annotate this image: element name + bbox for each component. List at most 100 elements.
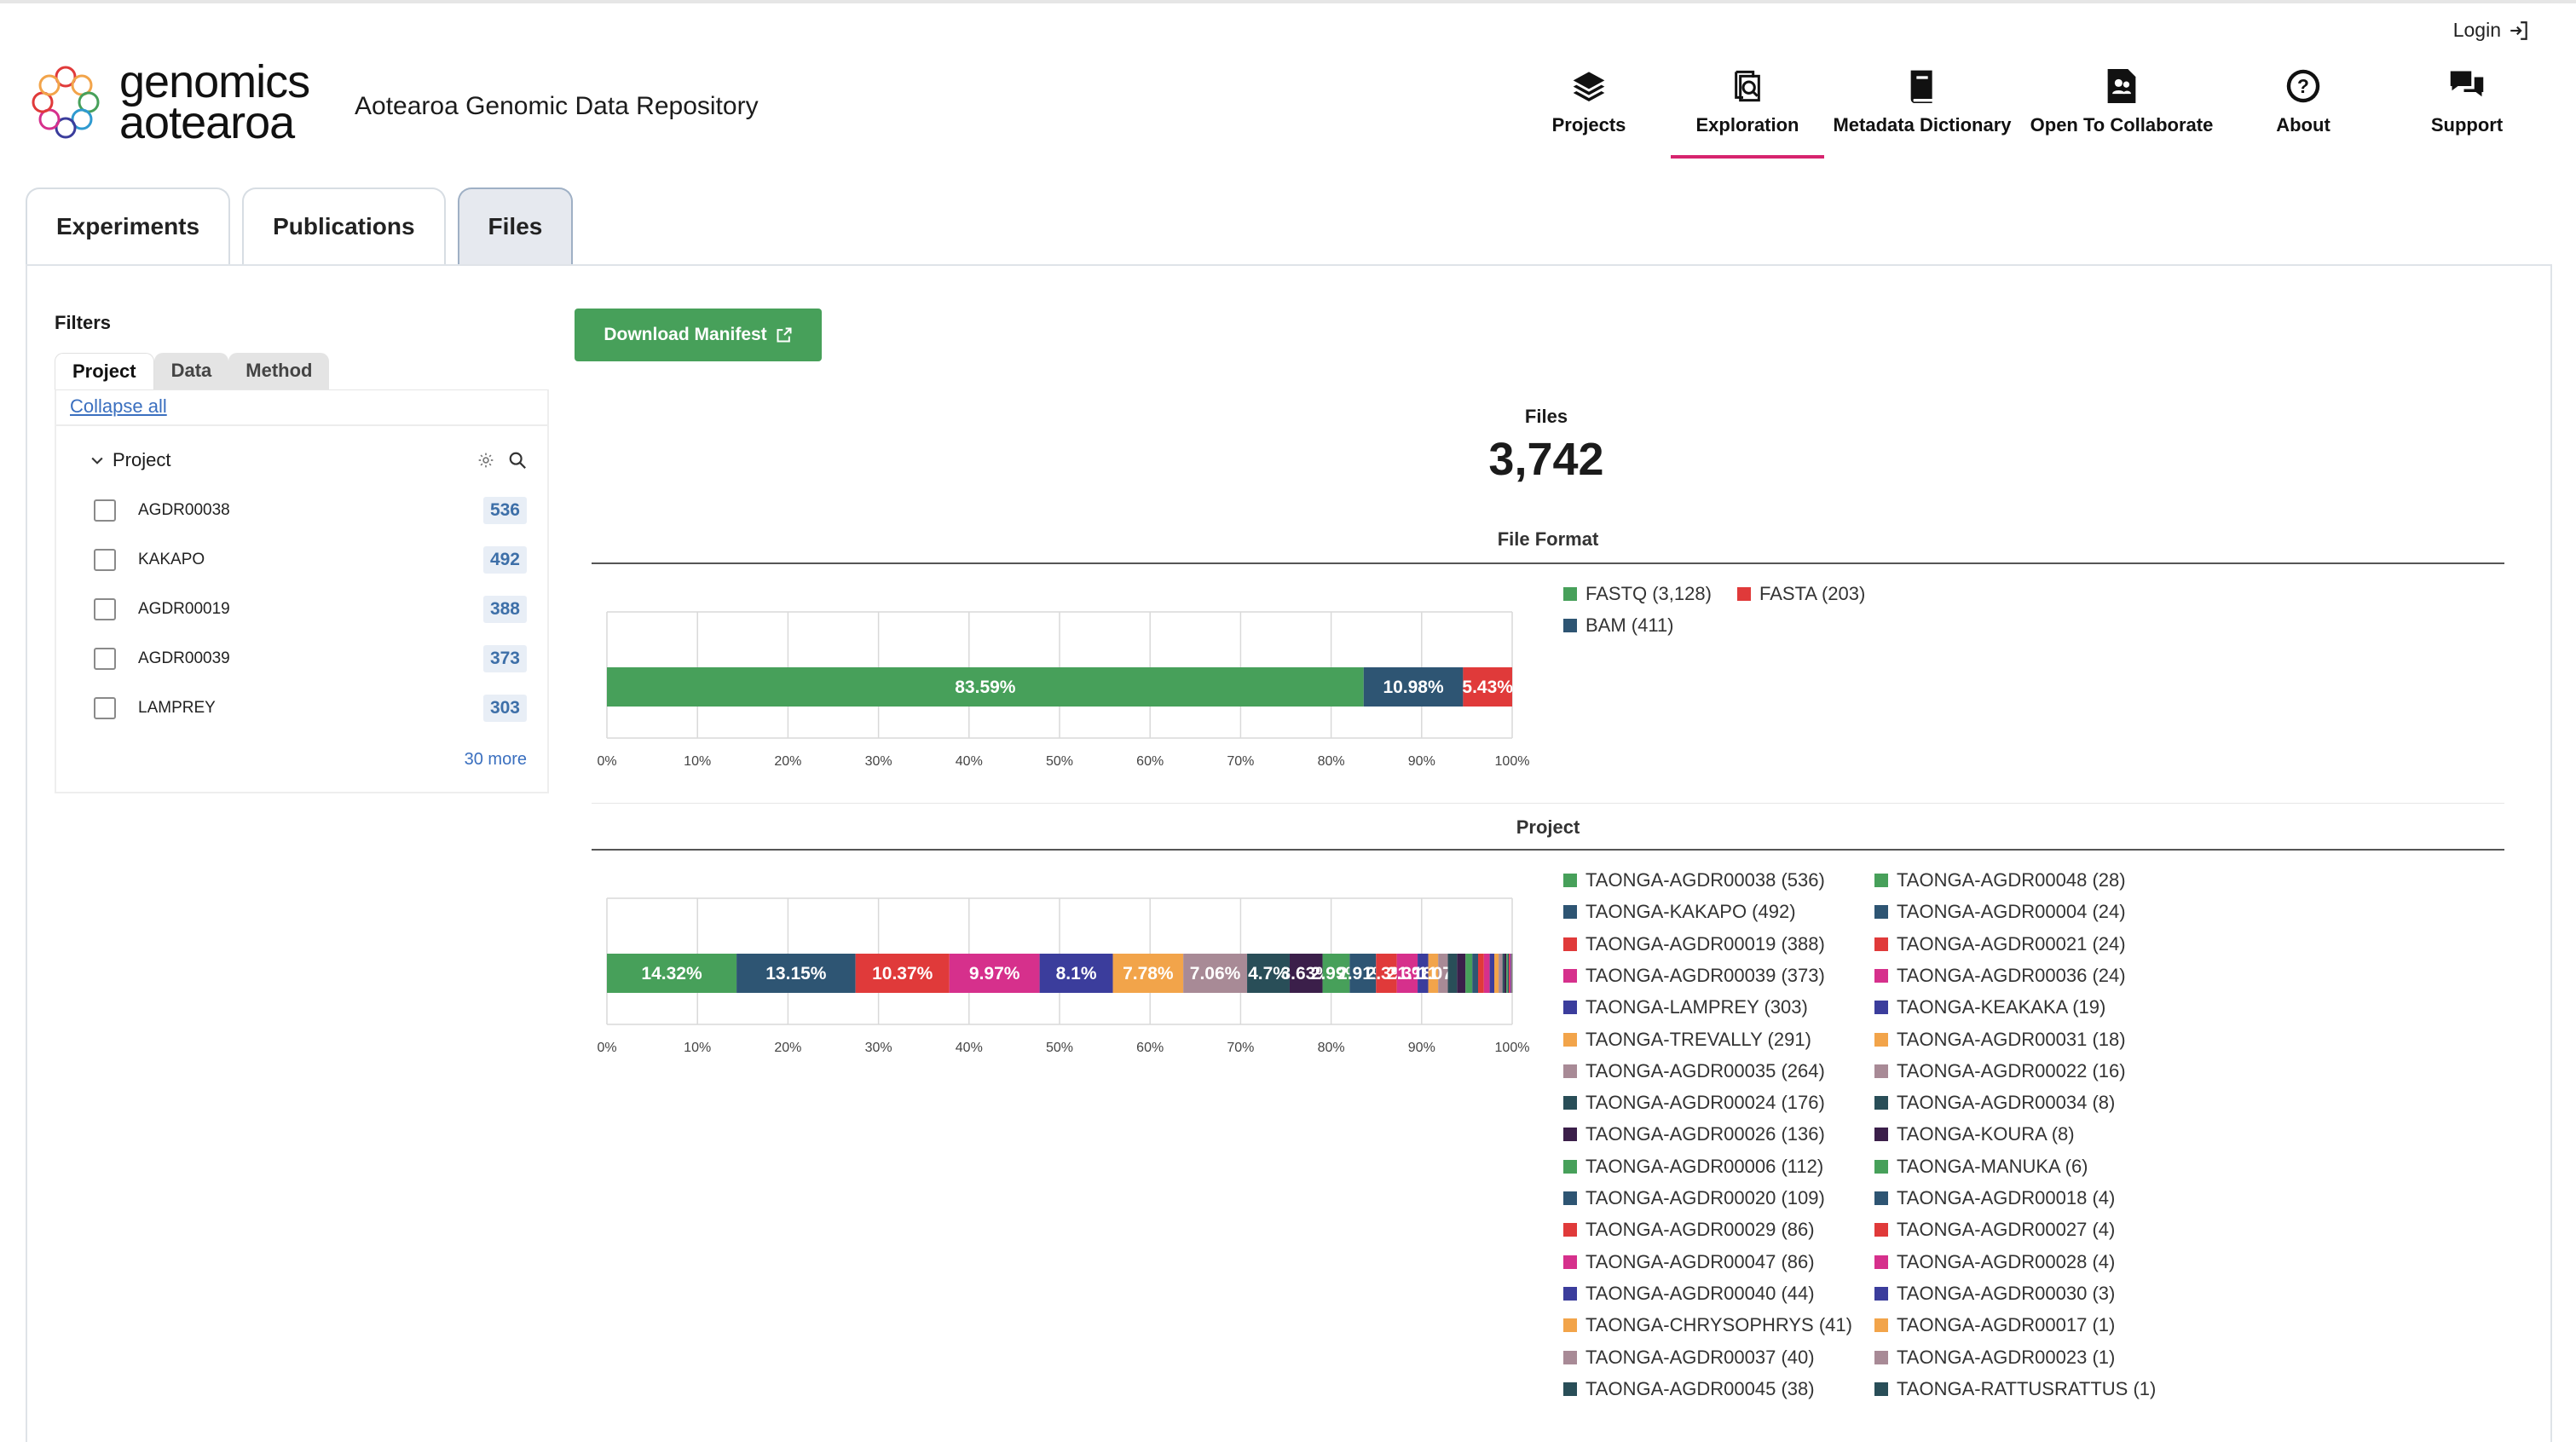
project-facet: Project AGDR00038 536 KAKAPO 492 AGDR000… bbox=[56, 424, 547, 792]
download-manifest-label: Download Manifest bbox=[604, 325, 767, 344]
legend-item[interactable]: TAONGA-AGDR00023 (1) bbox=[1874, 1347, 2115, 1369]
data-label: 8.1% bbox=[1056, 964, 1097, 983]
project-legend: TAONGA-AGDR00038 (536) TAONGA-KAKAPO (492… bbox=[1563, 869, 2331, 1416]
facet-checkbox[interactable] bbox=[94, 499, 116, 522]
legend-item[interactable]: TAONGA-AGDR00035 (264) bbox=[1563, 1060, 1825, 1082]
facet-item-count: 373 bbox=[482, 645, 527, 672]
legend-item[interactable]: TAONGA-AGDR00022 (16) bbox=[1874, 1060, 2126, 1082]
legend-item[interactable]: TAONGA-AGDR00038 (536) bbox=[1563, 869, 1825, 891]
facet-item-label: LAMPREY bbox=[138, 699, 216, 717]
legend-item[interactable]: TAONGA-AGDR00027 (4) bbox=[1874, 1219, 2115, 1241]
bar-segment[interactable] bbox=[1494, 954, 1499, 993]
legend-swatch bbox=[1874, 1159, 1888, 1174]
nav-support[interactable]: Support bbox=[2383, 66, 2550, 136]
legend-item[interactable]: TAONGA-AGDR00026 (136) bbox=[1563, 1123, 1825, 1145]
legend-item[interactable]: TAONGA-AGDR00006 (112) bbox=[1563, 1156, 1823, 1178]
legend-item[interactable]: FASTQ (3,128) bbox=[1563, 583, 1712, 605]
layers-icon bbox=[1573, 72, 1605, 101]
nav-metadata-dictionary[interactable]: Metadata Dictionary bbox=[1824, 66, 2020, 136]
legend-item[interactable]: FASTA (203) bbox=[1737, 583, 1865, 605]
bar-segment[interactable] bbox=[1504, 954, 1507, 993]
legend-item[interactable]: TAONGA-AGDR00028 (4) bbox=[1874, 1251, 2115, 1273]
legend-swatch bbox=[1563, 1318, 1577, 1333]
login-link[interactable]: Login bbox=[2453, 19, 2530, 42]
bar-segment[interactable] bbox=[1472, 954, 1478, 993]
legend-swatch bbox=[1563, 1255, 1577, 1269]
legend-item[interactable]: TAONGA-AGDR00045 (38) bbox=[1563, 1378, 1815, 1400]
bar-segment[interactable] bbox=[1477, 954, 1484, 993]
legend-item[interactable]: TAONGA-AGDR00024 (176) bbox=[1563, 1092, 1825, 1114]
bar-segment[interactable] bbox=[1489, 954, 1495, 993]
legend-item[interactable]: TAONGA-TREVALLY (291) bbox=[1563, 1029, 1811, 1051]
download-manifest-button[interactable]: Download Manifest bbox=[575, 309, 822, 361]
legend-label: TAONGA-TREVALLY (291) bbox=[1585, 1028, 1811, 1050]
bar-segment[interactable] bbox=[1507, 954, 1510, 993]
nav-open-to-collaborate[interactable]: Open To Collaborate bbox=[2020, 66, 2223, 136]
legend-item[interactable]: TAONGA-AGDR00018 (4) bbox=[1874, 1187, 2115, 1209]
facet-checkbox[interactable] bbox=[94, 697, 116, 719]
legend-item[interactable]: BAM (411) bbox=[1563, 614, 1674, 637]
nav-projects[interactable]: Projects bbox=[1507, 66, 1671, 136]
legend-item[interactable]: TAONGA-MANUKA (6) bbox=[1874, 1156, 2088, 1178]
bar-segment[interactable] bbox=[1483, 954, 1490, 993]
facet-checkbox[interactable] bbox=[94, 598, 116, 620]
bar-segment[interactable] bbox=[1510, 954, 1512, 993]
legend-item[interactable]: TAONGA-RATTUSRATTUS (1) bbox=[1874, 1378, 2156, 1400]
legend-item[interactable]: TAONGA-AGDR00047 (86) bbox=[1563, 1251, 1815, 1273]
legend-swatch bbox=[1874, 1096, 1888, 1110]
legend-label: TAONGA-AGDR00019 (388) bbox=[1585, 932, 1825, 955]
subtab-data[interactable]: Data bbox=[153, 353, 229, 389]
subtab-method[interactable]: Method bbox=[228, 353, 330, 389]
legend-item[interactable]: TAONGA-AGDR00036 (24) bbox=[1874, 965, 2126, 987]
legend-item[interactable]: TAONGA-AGDR00004 (24) bbox=[1874, 901, 2126, 923]
x-tick-label: 40% bbox=[956, 1041, 983, 1055]
show-more-link[interactable]: 30 more bbox=[77, 750, 527, 770]
bar-segment[interactable] bbox=[1502, 954, 1505, 993]
bar-segment[interactable] bbox=[1499, 954, 1503, 993]
brand-logo[interactable]: genomics aotearoa bbox=[29, 59, 310, 146]
x-tick-label: 70% bbox=[1227, 754, 1254, 769]
legend-item[interactable]: TAONGA-KAKAPO (492) bbox=[1563, 901, 1796, 923]
bar-segment[interactable] bbox=[1457, 954, 1466, 993]
collapse-all-link[interactable]: Collapse all bbox=[56, 390, 547, 424]
legend-item[interactable]: TAONGA-AGDR00017 (1) bbox=[1874, 1314, 2115, 1336]
legend-label: TAONGA-RATTUSRATTUS (1) bbox=[1897, 1377, 2157, 1399]
legend-item[interactable]: TAONGA-AGDR00029 (86) bbox=[1563, 1219, 1815, 1241]
legend-item[interactable]: TAONGA-AGDR00048 (28) bbox=[1874, 869, 2126, 891]
facet-checkbox[interactable] bbox=[94, 648, 116, 670]
files-count-label: Files bbox=[1524, 406, 1568, 427]
facet-header[interactable]: Project bbox=[77, 435, 527, 486]
legend-item[interactable]: TAONGA-AGDR00040 (44) bbox=[1563, 1283, 1815, 1305]
legend-item[interactable]: TAONGA-AGDR00019 (388) bbox=[1563, 933, 1825, 955]
subtab-project[interactable]: Project bbox=[55, 353, 154, 389]
bar-segment[interactable] bbox=[1465, 954, 1473, 993]
facet-item-label: AGDR00019 bbox=[138, 600, 230, 618]
legend-item[interactable]: TAONGA-AGDR00039 (373) bbox=[1563, 965, 1825, 987]
legend-item[interactable]: TAONGA-AGDR00030 (3) bbox=[1874, 1283, 2115, 1305]
legend-item[interactable]: TAONGA-KEAKAKA (19) bbox=[1874, 996, 2105, 1018]
bar-segment[interactable] bbox=[1506, 954, 1508, 993]
legend-item[interactable]: TAONGA-AGDR00037 (40) bbox=[1563, 1347, 1815, 1369]
tab-files[interactable]: Files bbox=[457, 187, 574, 264]
bar-segment[interactable] bbox=[1447, 954, 1458, 993]
x-tick-label: 50% bbox=[1046, 754, 1073, 769]
legend-item[interactable]: TAONGA-AGDR00021 (24) bbox=[1874, 933, 2126, 955]
legend-item[interactable]: TAONGA-KOURA (8) bbox=[1874, 1123, 2075, 1145]
settings-icon[interactable] bbox=[477, 452, 494, 469]
bar-segment[interactable] bbox=[1509, 954, 1510, 993]
legend-item[interactable]: TAONGA-CHRYSOPHRYS (41) bbox=[1563, 1314, 1852, 1336]
nav-about[interactable]: ? About bbox=[2223, 66, 2383, 136]
search-icon[interactable] bbox=[508, 451, 527, 470]
facet-checkbox[interactable] bbox=[94, 549, 116, 571]
legend-item[interactable]: TAONGA-LAMPREY (303) bbox=[1563, 996, 1808, 1018]
legend-item[interactable]: TAONGA-AGDR00034 (8) bbox=[1874, 1092, 2115, 1114]
tab-experiments[interactable]: Experiments bbox=[26, 187, 231, 264]
bar-segment[interactable] bbox=[1511, 954, 1513, 993]
nav-exploration[interactable]: Exploration bbox=[1671, 66, 1824, 159]
tab-publications[interactable]: Publications bbox=[242, 187, 446, 264]
legend-swatch bbox=[1563, 1064, 1577, 1078]
legend-item[interactable]: TAONGA-AGDR00031 (18) bbox=[1874, 1029, 2126, 1051]
legend-item[interactable]: TAONGA-AGDR00020 (109) bbox=[1563, 1187, 1825, 1209]
data-label: 9.97% bbox=[969, 964, 1020, 983]
data-label: 10.37% bbox=[872, 964, 933, 983]
